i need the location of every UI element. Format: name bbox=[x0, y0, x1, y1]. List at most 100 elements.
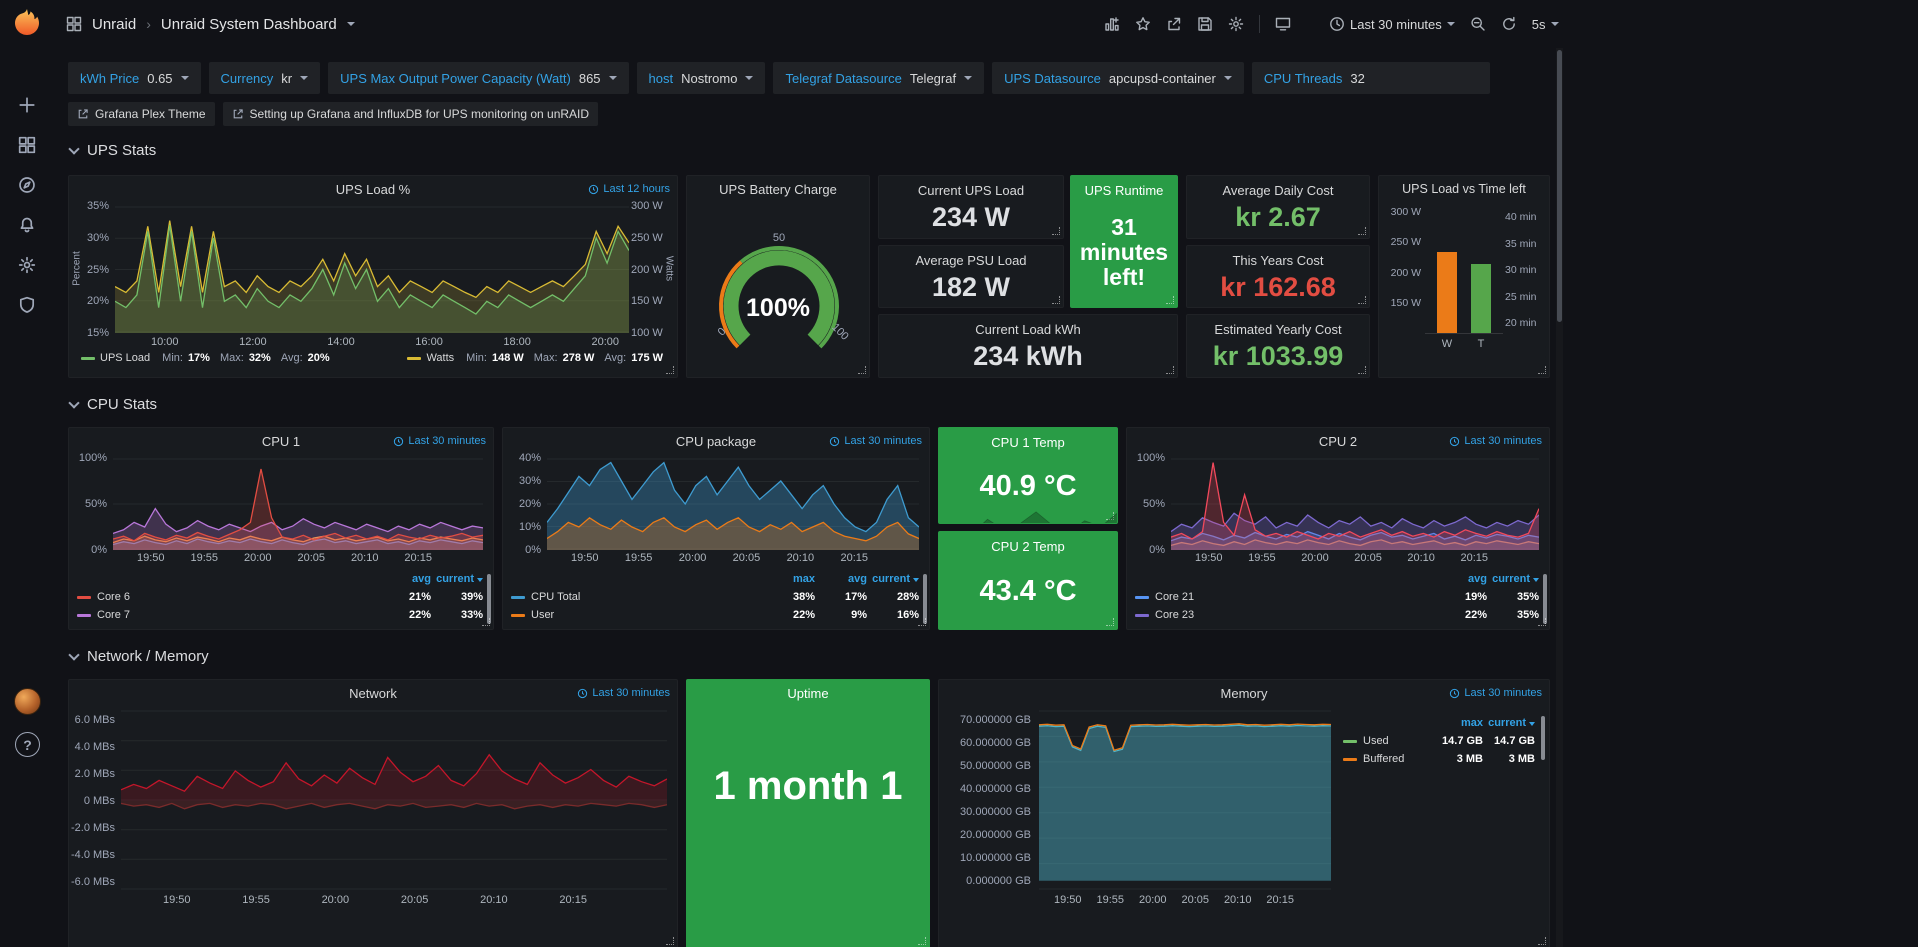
variable-ups-max-watt[interactable]: UPS Max Output Power Capacity (Watt)865 bbox=[328, 62, 628, 94]
refresh-interval-picker[interactable]: 5s bbox=[1532, 17, 1559, 32]
grafana-logo-icon[interactable] bbox=[11, 7, 43, 39]
legend-scrollbar[interactable] bbox=[923, 574, 927, 624]
chart-legend[interactable]: avgcurrentCore 2119%35%Core 2322%35% bbox=[1135, 570, 1539, 624]
template-variables: kWh Price0.65 Currencykr UPS Max Output … bbox=[68, 62, 1490, 94]
y-axis-ticks: 100%50%0% bbox=[1127, 452, 1165, 556]
chevron-down-icon bbox=[300, 76, 308, 80]
grafana-app: ? Unraid › Unraid System Dashboard Last … bbox=[0, 0, 1563, 947]
panel-time-range[interactable]: Last 30 minutes bbox=[829, 435, 922, 447]
panel-time-range[interactable]: Last 12 hours bbox=[588, 183, 670, 195]
panel-cpu2-temp: CPU 2 Temp 43.4 °C bbox=[938, 531, 1118, 630]
time-series-chart bbox=[1171, 458, 1539, 550]
add-panel-icon[interactable] bbox=[1104, 16, 1120, 32]
page-scrollbar[interactable] bbox=[1556, 48, 1563, 947]
time-series-chart bbox=[547, 458, 919, 550]
panel-time-range[interactable]: Last 30 minutes bbox=[1449, 435, 1542, 447]
refresh-icon[interactable] bbox=[1501, 16, 1517, 32]
explore-compass-icon[interactable] bbox=[0, 168, 54, 202]
chevron-down-icon bbox=[68, 649, 79, 660]
legend-scrollbar[interactable] bbox=[1543, 574, 1547, 624]
link-ups-monitoring-guide[interactable]: Setting up Grafana and InfluxDB for UPS … bbox=[223, 102, 599, 126]
bar-labels: WT bbox=[1425, 338, 1503, 350]
variable-telegraf-datasource[interactable]: Telegraf DatasourceTelegraf bbox=[773, 62, 984, 94]
variable-cpu-threads[interactable]: CPU Threads32 bbox=[1252, 62, 1491, 94]
row-header-cpu-stats[interactable]: CPU Stats bbox=[70, 396, 157, 413]
chevron-down-icon bbox=[609, 76, 617, 80]
link-grafana-plex-theme[interactable]: Grafana Plex Theme bbox=[68, 102, 215, 126]
legend-scrollbar[interactable] bbox=[1541, 716, 1545, 760]
panel-estimated-yearly-cost: Estimated Yearly Cost kr 1033.99 bbox=[1186, 314, 1370, 378]
panel-time-range[interactable]: Last 30 minutes bbox=[577, 687, 670, 699]
stat-value: kr 2.67 bbox=[1229, 198, 1327, 238]
panel-network: Network Last 30 minutes 6.0 MBs4.0 MBs2.… bbox=[68, 679, 678, 947]
stat-value: 234 W bbox=[926, 198, 1016, 238]
alerting-bell-icon[interactable] bbox=[0, 208, 54, 242]
y-axis-ticks-right: 40 min35 min30 min25 min20 min bbox=[1505, 211, 1547, 329]
chart-legend[interactable]: maxcurrentUsed14.7 GB14.7 GBBuffered3 MB… bbox=[1343, 714, 1535, 768]
x-axis-ticks: 19:5019:5520:0020:0520:1020:15 bbox=[1039, 894, 1331, 906]
chart-legend[interactable]: avgcurrentCore 621%39%Core 722%33% bbox=[77, 570, 483, 624]
settings-gear-icon[interactable] bbox=[1228, 16, 1244, 32]
configuration-gear-icon[interactable] bbox=[0, 248, 54, 282]
bar-chart bbox=[1425, 206, 1503, 334]
user-avatar[interactable] bbox=[14, 688, 41, 715]
cycle-view-monitor-icon[interactable] bbox=[1275, 16, 1291, 32]
dashboards-icon[interactable] bbox=[0, 128, 54, 162]
breadcrumb: Unraid › Unraid System Dashboard bbox=[66, 0, 355, 48]
panel-title[interactable]: UPS Load vs Time left bbox=[1379, 176, 1549, 202]
panel-title[interactable]: UPS Battery Charge bbox=[687, 176, 869, 202]
gauge-value: 100% bbox=[687, 294, 869, 323]
external-link-icon bbox=[77, 108, 89, 120]
panel-time-range[interactable]: Last 30 minutes bbox=[1449, 687, 1542, 699]
chevron-down-icon bbox=[68, 143, 79, 154]
chevron-down-icon[interactable] bbox=[347, 22, 355, 26]
page-title[interactable]: Unraid System Dashboard bbox=[161, 16, 337, 33]
panel-cpu1-temp: CPU 1 Temp 40.9 °C bbox=[938, 427, 1118, 524]
breadcrumb-folder[interactable]: Unraid bbox=[92, 16, 136, 33]
chevron-down-icon bbox=[68, 397, 79, 408]
panel-average-daily-cost: Average Daily Cost kr 2.67 bbox=[1186, 175, 1370, 239]
stat-value: 31 minutes left! bbox=[1071, 198, 1177, 307]
stat-value: kr 1033.99 bbox=[1207, 337, 1350, 377]
x-axis-ticks: 19:5019:5520:0020:0520:1020:15 bbox=[113, 552, 483, 564]
panel-uptime: Uptime 1 month 1 bbox=[686, 679, 930, 947]
x-axis-ticks: 19:5019:5520:0020:0520:1020:15 bbox=[1171, 552, 1539, 564]
sidebar: ? bbox=[0, 0, 54, 947]
panel-current-load-kwh: Current Load kWh 234 kWh bbox=[878, 314, 1178, 378]
help-icon[interactable]: ? bbox=[15, 732, 40, 757]
breadcrumb-separator: › bbox=[146, 16, 151, 32]
bar-ups-load-watts bbox=[1437, 252, 1457, 333]
create-plus-icon[interactable] bbox=[0, 88, 54, 122]
panel-time-range[interactable]: Last 30 minutes bbox=[393, 435, 486, 447]
time-series-chart bbox=[1039, 710, 1331, 890]
cpu-threads-input[interactable]: 32 bbox=[1350, 71, 1478, 86]
legend-scrollbar[interactable] bbox=[487, 574, 491, 624]
navbar-actions: Last 30 minutes 5s bbox=[1104, 0, 1559, 48]
star-icon[interactable] bbox=[1135, 16, 1151, 32]
share-icon[interactable] bbox=[1166, 16, 1182, 32]
save-icon[interactable] bbox=[1197, 16, 1213, 32]
y-axis-ticks: 6.0 MBs4.0 MBs2.0 MBs0 MBs-2.0 MBs-4.0 M… bbox=[69, 714, 115, 888]
panel-cpu1: CPU 1 Last 30 minutes 100%50%0% 19:5019:… bbox=[68, 427, 494, 630]
chart-legend: UPS LoadMin:17%Max:32%Avg:20%WattsMin:14… bbox=[81, 352, 663, 364]
variable-host[interactable]: hostNostromo bbox=[637, 62, 766, 94]
row-header-ups-stats[interactable]: UPS Stats bbox=[70, 142, 156, 159]
divider bbox=[1259, 15, 1260, 33]
panel-title[interactable]: Uptime bbox=[687, 680, 929, 706]
variable-currency[interactable]: Currencykr bbox=[209, 62, 321, 94]
variable-kwh-price[interactable]: kWh Price0.65 bbox=[68, 62, 201, 94]
server-admin-shield-icon[interactable] bbox=[0, 288, 54, 322]
zoom-out-icon[interactable] bbox=[1470, 16, 1486, 32]
y-axis-ticks: 100%50%0% bbox=[69, 452, 107, 556]
panel-title[interactable]: UPS Load % bbox=[69, 176, 677, 202]
row-header-network-memory[interactable]: Network / Memory bbox=[70, 648, 209, 665]
chevron-down-icon bbox=[1224, 76, 1232, 80]
time-series-chart bbox=[113, 458, 483, 550]
panel-this-years-cost: This Years Cost kr 162.68 bbox=[1186, 245, 1370, 308]
dashboard-grid-icon[interactable] bbox=[66, 16, 82, 32]
scrollbar-thumb[interactable] bbox=[1557, 50, 1562, 322]
variable-ups-datasource[interactable]: UPS Datasourceapcupsd-container bbox=[992, 62, 1244, 94]
time-range-picker[interactable]: Last 30 minutes bbox=[1329, 16, 1455, 32]
stat-value: 234 kWh bbox=[967, 337, 1089, 377]
chart-legend[interactable]: maxavgcurrentCPU Total38%17%28%User22%9%… bbox=[511, 570, 919, 624]
